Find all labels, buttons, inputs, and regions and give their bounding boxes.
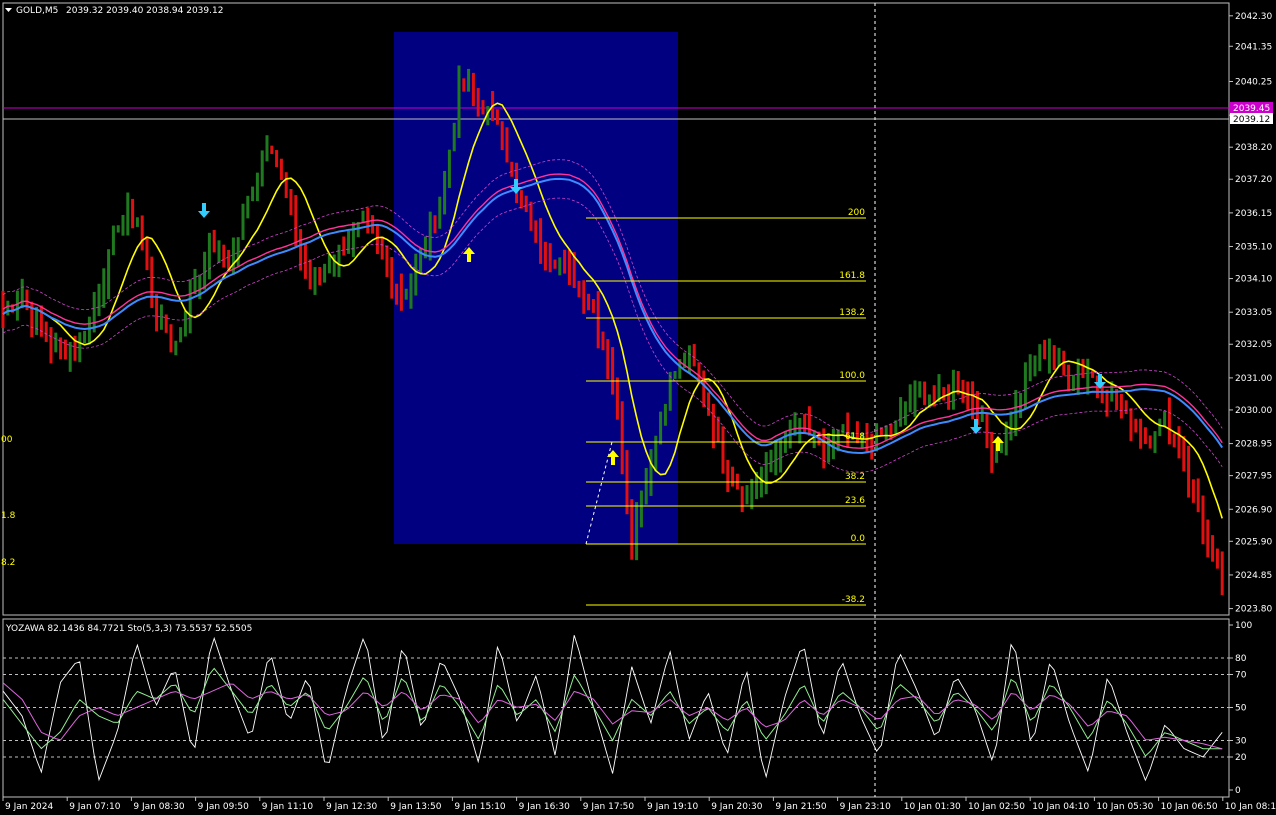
time-tick-label: 9 Jan 15:10 [454, 802, 506, 812]
fib-level-label: 23.6 [845, 496, 865, 506]
price-tick-label: 2026.90 [1235, 505, 1272, 515]
price-tick-label: 2032.05 [1235, 340, 1272, 350]
price-tick-label: 2033.05 [1235, 308, 1272, 318]
oscillator-tick-label: 70 [1235, 671, 1247, 681]
time-tick-label: 9 Jan 09:50 [198, 802, 250, 812]
oscillator-tick-label: 100 [1235, 621, 1252, 631]
price-tick-label: 2025.90 [1235, 537, 1272, 547]
price-tick-label: 2031.00 [1235, 374, 1272, 384]
price-tick-label: 2041.35 [1235, 42, 1272, 52]
chart-menu-icon [5, 8, 12, 12]
fib-level-label: 200 [848, 208, 865, 218]
price-tick-label: 2034.10 [1235, 275, 1272, 285]
price-tick-label: 2042.30 [1235, 12, 1272, 22]
time-tick-label: 9 Jan 2024 [5, 802, 53, 812]
time-tick-label: 10 Jan 06:50 [1161, 802, 1218, 812]
price-tick-label: 2037.20 [1235, 175, 1272, 185]
time-tick-label: 9 Jan 20:30 [711, 802, 763, 812]
oscillator-tick-label: 30 [1235, 737, 1247, 747]
fib-level-label: 138.2 [839, 308, 865, 318]
price-tick-label: 2030.00 [1235, 406, 1272, 416]
oscillator-tick-label: 20 [1235, 753, 1247, 763]
price-tick-label: 2035.10 [1235, 243, 1272, 253]
oscillator-tick-label: 0 [1235, 786, 1241, 796]
price-tick-label: 2040.25 [1235, 78, 1272, 88]
fib-level-label: 38.2 [845, 472, 865, 482]
fib-left-label: 8.2 [1, 558, 15, 568]
time-tick-label: 9 Jan 07:10 [69, 802, 121, 812]
fib-level-label: 161.8 [839, 271, 865, 281]
time-tick-label: 9 Jan 17:50 [583, 802, 635, 812]
time-tick-label: 10 Jan 02:50 [968, 802, 1025, 812]
price-tick-label: 2036.15 [1235, 209, 1272, 219]
sell-arrow-icon [198, 203, 210, 218]
fib-left-label: 00 [1, 435, 13, 445]
price-tick-label: 2028.95 [1235, 440, 1272, 450]
oscillator-tick-label: 80 [1235, 654, 1247, 664]
price-tick-label: 2038.20 [1235, 143, 1272, 153]
fib-level-label: -38.2 [842, 595, 865, 605]
oscillator-tick-label: 50 [1235, 704, 1247, 714]
price-tick-label: 2027.95 [1235, 472, 1272, 482]
price-tag-label: 2039.12 [1233, 115, 1270, 125]
time-tick-label: 9 Jan 12:30 [326, 802, 378, 812]
chart-canvas: 200161.8138.2100.061.838.223.60.0-38.200… [1, 2, 1276, 812]
time-tick-label: 9 Jan 11:10 [262, 802, 314, 812]
time-tick-label: 9 Jan 19:10 [647, 802, 699, 812]
time-tick-label: 9 Jan 13:50 [390, 802, 442, 812]
time-tick-label: 9 Jan 16:30 [519, 802, 571, 812]
time-tick-label: 9 Jan 23:10 [840, 802, 892, 812]
price-tick-label: 2023.80 [1235, 605, 1272, 615]
time-tick-label: 10 Jan 01:30 [904, 802, 961, 812]
sell-arrow-icon [970, 419, 982, 434]
oscillator-line [2, 682, 1223, 750]
fib-level-label: 100.0 [839, 371, 865, 381]
price-tick-label: 2024.85 [1235, 571, 1272, 581]
time-tick-label: 9 Jan 21:50 [775, 802, 827, 812]
chart-window: 200 161.8 138.2 100.0 61.8 38.2 23.6 0.0 -38.2 00… [0, 0, 1276, 815]
fib-level-label: 61.8 [845, 432, 865, 442]
time-tick-label: 9 Jan 08:30 [133, 802, 185, 812]
ohlc-label: 2039.32 2039.40 2038.94 2039.12 [66, 6, 223, 16]
oscillator-label: YOZAWA 82.1436 84.7721 Sto(5,3,3) 73.553… [5, 624, 252, 634]
fib-level-label: 0.0 [851, 534, 866, 544]
price-tag-label: 2039.45 [1233, 104, 1270, 114]
time-tick-label: 10 Jan 08:10 [1225, 802, 1276, 812]
symbol-label: GOLD,M5 [16, 6, 58, 16]
time-tick-label: 10 Jan 04:10 [1032, 802, 1089, 812]
fib-left-label: 1.8 [1, 511, 16, 521]
time-tick-label: 10 Jan 05:30 [1096, 802, 1153, 812]
